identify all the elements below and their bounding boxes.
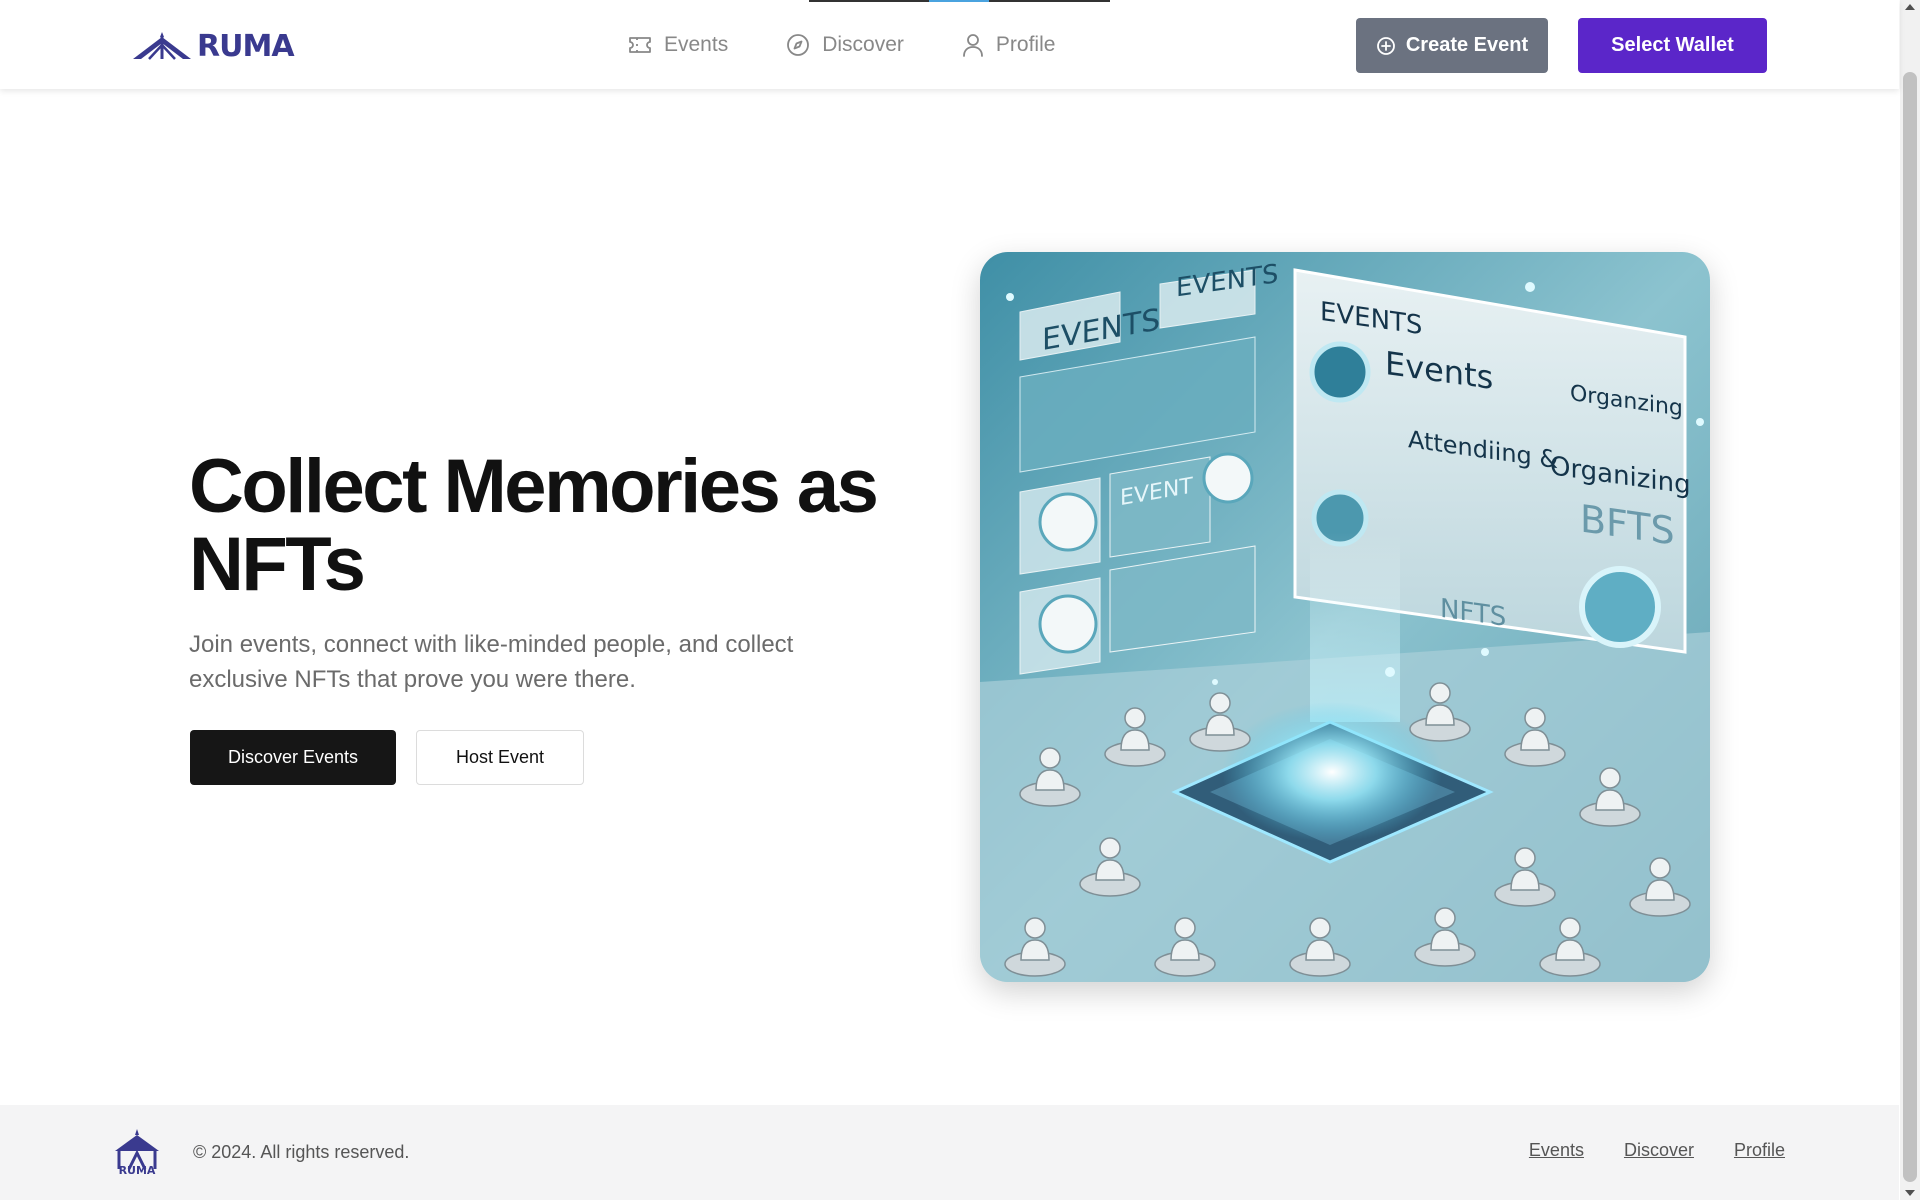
discover-events-button[interactable]: Discover Events	[190, 730, 396, 785]
footer-links: Events Discover Profile	[1489, 1140, 1785, 1161]
tent-logo-icon	[133, 32, 191, 60]
scrollbar[interactable]	[1900, 0, 1920, 1200]
ruma-logo[interactable]: RUMA	[131, 28, 295, 64]
site-footer: RUMA © 2024. All rights reserved. Events…	[0, 1105, 1899, 1200]
nav-label: Profile	[995, 32, 1056, 56]
create-event-button[interactable]: Create Event	[1356, 18, 1548, 73]
hero-illustration: EVENTS EVENTS EVENT EVENTS Events Organz…	[980, 252, 1710, 982]
host-event-button[interactable]: Host Event	[416, 730, 584, 785]
hero-title: Collect Memories as NFTs	[189, 444, 879, 607]
site-header: RUMA Events Discover Profile Create Even…	[0, 0, 1899, 89]
nav-item-discover[interactable]: Discover	[786, 33, 904, 57]
create-event-label: Create Event	[1405, 34, 1529, 56]
nav-item-profile[interactable]: Profile	[962, 32, 1056, 57]
select-wallet-button[interactable]: Select Wallet	[1578, 18, 1767, 73]
footer-link-events[interactable]: Events	[1529, 1140, 1584, 1161]
footer-link-discover[interactable]: Discover	[1624, 1140, 1694, 1161]
nav-item-events[interactable]: Events	[628, 33, 728, 57]
nav-label: Discover	[822, 32, 904, 56]
main-nav: Events Discover Profile	[628, 0, 1113, 89]
scroll-up-arrow-icon[interactable]	[1905, 4, 1915, 10]
hero-subtitle: Join events, connect with like-minded pe…	[189, 631, 794, 693]
footer-logo-text: RUMA	[119, 1164, 156, 1175]
copyright-text: © 2024. All rights reserved.	[193, 1142, 410, 1162]
footer-link-profile[interactable]: Profile	[1734, 1140, 1785, 1161]
scroll-down-arrow-icon[interactable]	[1905, 1190, 1915, 1196]
scroll-thumb[interactable]	[1903, 72, 1917, 1182]
logo-text: RUMA	[197, 28, 295, 64]
tent-logo-icon[interactable]: RUMA	[113, 1129, 161, 1175]
ticket-icon	[628, 35, 652, 55]
plus-circle-icon	[1376, 36, 1396, 56]
user-icon	[962, 33, 984, 57]
compass-icon	[786, 33, 810, 57]
nav-label: Events	[664, 32, 729, 56]
